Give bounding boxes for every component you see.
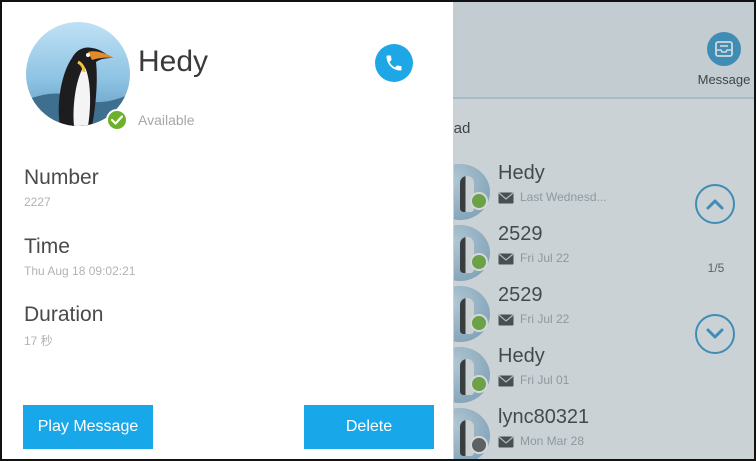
phone-icon — [386, 55, 402, 71]
time-label: Time — [24, 235, 70, 258]
contact-name: Hedy — [138, 45, 209, 78]
duration-value: 17 秒 — [24, 334, 53, 348]
message-detail-panel: Hedy Available Number 2227 Time Thu Aug … — [2, 2, 453, 459]
presence-status: Available — [138, 112, 195, 128]
delete-button[interactable]: Delete — [304, 405, 434, 449]
time-value: Thu Aug 18 09:02:21 — [24, 264, 136, 278]
duration-label: Duration — [24, 303, 104, 326]
available-status-badge — [106, 109, 128, 131]
call-button[interactable] — [375, 44, 413, 82]
number-value: 2227 — [24, 195, 51, 209]
checkmark-icon — [111, 115, 123, 125]
phone-screen: Message nread HedyLast Wednesd...2529Fri… — [0, 0, 756, 461]
play-message-button[interactable]: Play Message — [23, 405, 153, 449]
number-label: Number — [24, 166, 99, 189]
